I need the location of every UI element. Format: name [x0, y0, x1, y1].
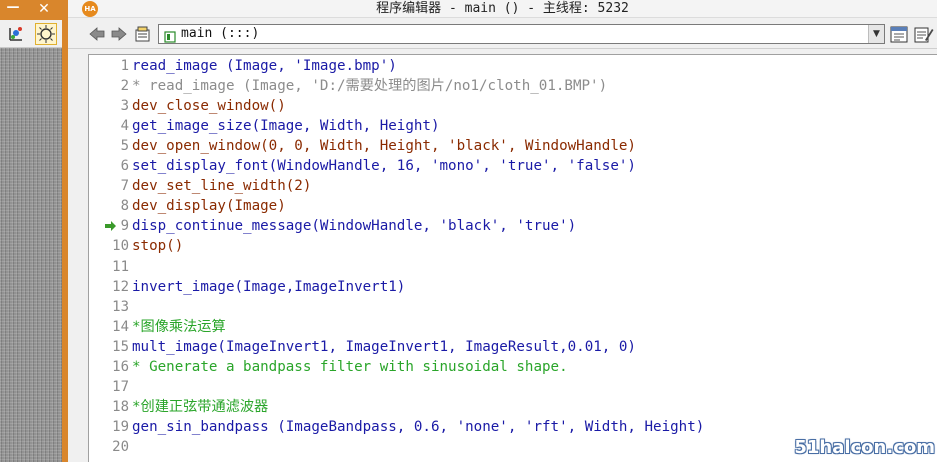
code-line[interactable]: stop() [132, 236, 183, 256]
line-number: 17 [112, 378, 129, 395]
code-line[interactable]: disp_continue_message(WindowHandle, 'bla… [132, 216, 576, 236]
line-number-gutter[interactable]: 1 2 3 4 5 6 7 8 9 10 11 12 13 14 15 16 17 18 19 20 [89, 55, 131, 462]
line-number: 11 [112, 258, 129, 275]
line-number: 13 [112, 298, 129, 315]
line-number: 10 [112, 238, 129, 255]
procedure-list-icon[interactable] [134, 26, 152, 42]
code-line[interactable]: * read_image (Image, 'D:/需要处理的图片/no1/clo… [132, 76, 607, 96]
titlebar: HA 程序编辑器 - main () - 主线程: 5232 [68, 0, 937, 18]
code-line[interactable]: get_image_size(Image, Width, Height) [132, 116, 440, 136]
editor-toolbar: main (:::) ▼ [68, 19, 937, 49]
background-window-titlebar: — ✕ [0, 0, 62, 20]
line-number: 16 [112, 358, 129, 375]
line-number: 2 [120, 78, 129, 95]
code-line[interactable]: dev_set_line_width(2) [132, 176, 311, 196]
code-line[interactable]: dev_close_window() [132, 96, 286, 116]
code-line[interactable]: mult_image(ImageInvert1, ImageInvert1, I… [132, 337, 636, 357]
line-number: 18 [112, 398, 129, 415]
background-window: — ✕ [0, 0, 68, 462]
line-number: 8 [120, 198, 129, 215]
line-number: 12 [112, 278, 129, 295]
program-counter-arrow-icon [105, 216, 117, 236]
code-line[interactable]: *图像乘法运算 [132, 317, 226, 337]
line-number: 5 [120, 138, 129, 155]
line-number: 19 [112, 418, 129, 435]
code-line[interactable]: set_display_font(WindowHandle, 16, 'mono… [132, 156, 636, 176]
graphics-window-image[interactable] [0, 48, 62, 462]
code-line[interactable]: dev_display(Image) [132, 196, 286, 216]
code-line[interactable]: read_image (Image, 'Image.bmp') [132, 56, 397, 76]
close-button[interactable]: ✕ [27, 0, 61, 18]
procedure-select[interactable]: main (:::) ▼ [158, 24, 885, 44]
code-line[interactable]: *创建正弦带通滤波器 [132, 397, 268, 417]
line-number: 6 [120, 158, 129, 175]
calendar-icon[interactable] [890, 25, 908, 43]
line-number: 20 [112, 438, 129, 455]
minimize-button[interactable]: — [0, 0, 26, 18]
back-arrow-icon[interactable] [88, 26, 106, 42]
zoom-tool-icon[interactable] [35, 23, 57, 45]
code-line[interactable]: invert_image(Image,ImageInvert1) [132, 277, 405, 297]
line-number: 1 [120, 58, 129, 74]
code-line[interactable]: dev_open_window(0, 0, Width, Height, 'bl… [132, 136, 636, 156]
forward-arrow-icon[interactable] [110, 26, 128, 42]
line-number: 15 [112, 338, 129, 355]
window-title: 程序编辑器 - main () - 主线程: 5232 [376, 1, 629, 16]
code-line[interactable]: gen_sin_bandpass (ImageBandpass, 0.6, 'n… [132, 417, 704, 437]
line-number: 14 [112, 318, 129, 335]
pixel-info-icon[interactable] [5, 23, 27, 45]
line-number: 4 [120, 118, 129, 135]
procedure-icon [164, 28, 176, 43]
program-editor-window: HA 程序编辑器 - main () - 主线程: 5232 main (:::… [68, 0, 937, 462]
code-line[interactable]: * Generate a bandpass filter with sinuso… [132, 357, 568, 377]
procedure-select-value: main (:::) [181, 26, 260, 41]
line-number: 7 [120, 178, 129, 195]
graphics-toolbar [0, 20, 62, 48]
procedure-edit-icon[interactable] [914, 25, 934, 43]
chevron-down-icon[interactable]: ▼ [868, 25, 884, 43]
line-number: 3 [120, 98, 129, 115]
watermark: 51halcon.com [794, 437, 935, 458]
code-editor[interactable]: 1 2 3 4 5 6 7 8 9 10 11 12 13 14 15 16 17 18 19 20 read_ima… [88, 54, 937, 462]
